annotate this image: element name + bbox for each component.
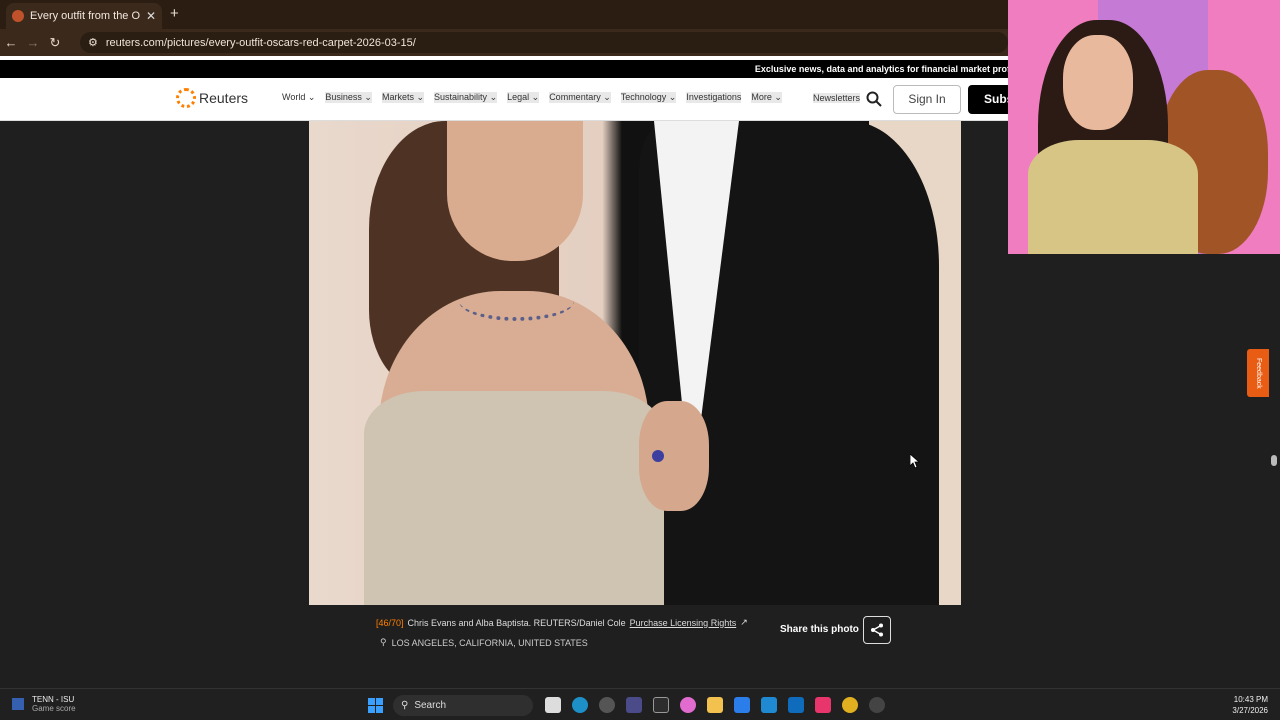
new-tab-button[interactable]: + [170,5,179,22]
nav-item-business[interactable]: Business ⌄ [325,92,372,103]
nav-item-sustainability[interactable]: Sustainability ⌄ [434,92,498,103]
vscode-icon[interactable] [761,697,777,713]
nav-label: Legal [507,92,530,102]
photo-dress [364,391,664,605]
webcam-person-top [1028,140,1198,254]
nav-item-technology[interactable]: Technology ⌄ [620,92,677,103]
folder-icon[interactable] [707,697,723,713]
reuters-logo[interactable]: Reuters [176,88,248,108]
pinned-apps [545,697,885,713]
mouse-cursor-icon [910,454,920,468]
browser-tab[interactable]: Every outfit from the Oscars re ✕ [6,3,162,29]
photo-hand [639,401,709,511]
store-icon[interactable] [734,697,750,713]
search-icon[interactable] [866,91,882,107]
nav-label: Sustainability [434,92,488,102]
score-title: TENN - ISU [32,695,75,704]
webcam-person-face [1063,35,1133,130]
reuters-favicon-icon [12,10,24,22]
clock-date: 3/27/2026 [1232,706,1268,715]
game-score-widget[interactable]: TENN - ISU Game score [12,695,76,713]
nav-item-markets[interactable]: Markets ⌄ [381,92,425,103]
taskbar-search[interactable]: ⚲ Search [393,695,533,716]
edge-icon[interactable] [572,697,588,713]
screen: Every outfit from the Oscars re ✕ + ← → … [0,0,1280,720]
nav-label: Business [325,92,362,102]
photo-ring [652,450,664,462]
caption-text: Chris Evans and Alba Baptista. REUTERS/D… [407,617,626,628]
reuters-logo-icon [176,88,196,108]
photo-necklace [459,281,574,321]
tiktok-icon[interactable] [815,697,831,713]
reload-icon[interactable]: ↻ [44,35,66,51]
forward-icon[interactable]: → [22,35,44,50]
outlook-icon[interactable] [788,697,804,713]
location-pin-icon: ⚲ [380,637,387,647]
system-clock[interactable]: 10:43 PM 3/27/2026 [1232,694,1268,716]
photo-face [447,121,583,261]
main-nav: World ⌄ Business ⌄ Markets ⌄ Sustainabil… [282,92,782,103]
clock-time: 10:43 PM [1233,695,1268,704]
terminal-icon[interactable] [653,697,669,713]
nav-label: World [282,92,306,102]
file-icon[interactable] [545,697,561,713]
newsletters-link[interactable]: Newsletters [813,93,861,103]
score-subtitle: Game score [32,704,76,713]
taskbar: TENN - ISU Game score ⚲ Search 10:43 PM [0,688,1280,720]
chat-icon[interactable] [626,697,642,713]
app-icon[interactable] [599,697,615,713]
scrollbar-thumb[interactable] [1271,455,1277,466]
nav-label: Technology [620,92,667,102]
photo-location: ⚲ LOS ANGELES, CALIFORNIA, UNITED STATES [380,637,588,648]
4k-icon[interactable] [869,697,885,713]
webcam-overlay [1008,0,1280,254]
share-label: Share this photo [780,624,859,635]
nav-item-legal[interactable]: Legal ⌄ [507,92,540,103]
nav-label: Commentary [549,92,601,102]
nav-item-world[interactable]: World ⌄ [282,92,315,103]
gallery-photo[interactable] [309,121,961,605]
sign-in-button[interactable]: Sign In [893,85,961,114]
photo-caption: [46/70] Chris Evans and Alba Baptista. R… [376,617,748,628]
nav-label: Markets [381,92,414,102]
share-icon [871,623,883,637]
nav-item-investigations[interactable]: Investigations [686,92,742,103]
external-link-icon: ↗ [740,617,748,627]
copilot-icon[interactable] [680,697,696,713]
share-button[interactable] [863,616,891,644]
start-icon[interactable] [368,698,383,713]
url-text: reuters.com/pictures/every-outfit-oscars… [105,36,416,49]
nav-item-commentary[interactable]: Commentary ⌄ [549,92,611,103]
photo-counter: [46/70] [376,617,404,628]
chrome-icon[interactable] [842,697,858,713]
score-team-icon [12,698,24,710]
tab-close-icon[interactable]: ✕ [146,9,156,23]
licensing-link[interactable]: Purchase Licensing Rights [630,618,737,628]
address-bar[interactable]: ⚙ reuters.com/pictures/every-outfit-osca… [80,32,1008,53]
nav-label: More [751,92,772,102]
logo-text: Reuters [199,90,249,106]
site-info-icon[interactable]: ⚙ [88,36,98,49]
nav-label: Investigations [686,92,742,102]
back-icon[interactable]: ← [0,35,22,50]
taskbar-search-icon: ⚲ [401,700,409,711]
tab-title: Every outfit from the Oscars re [30,10,140,22]
nav-item-more[interactable]: More ⌄ [751,92,782,103]
feedback-tab[interactable]: Feedback [1247,349,1269,397]
taskbar-search-text: Search [414,700,447,711]
location-text: LOS ANGELES, CALIFORNIA, UNITED STATES [391,637,588,648]
